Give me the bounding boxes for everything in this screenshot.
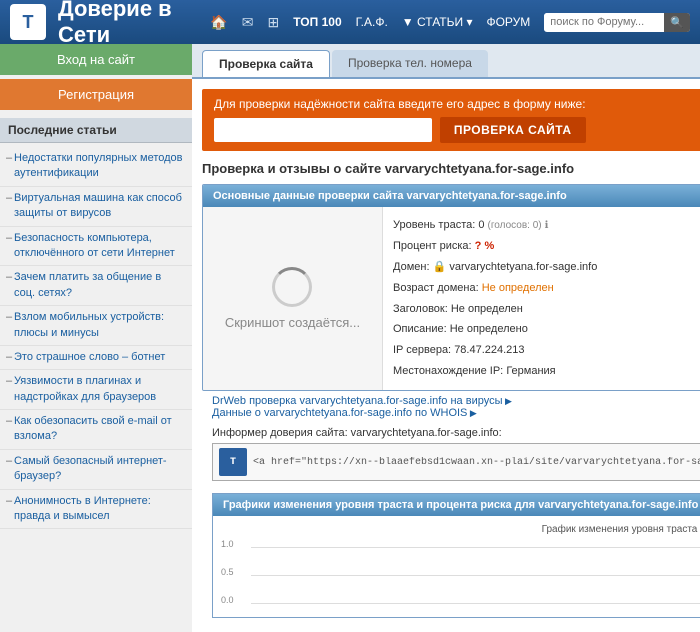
- graph-y-label-mid: 0.5: [221, 567, 234, 577]
- mail-icon[interactable]: ✉: [242, 14, 254, 31]
- domain-age-label: Возраст домена:: [393, 282, 479, 294]
- sidebar-article-item[interactable]: Виртуальная машина как способ защиты от …: [0, 187, 192, 227]
- check-banner: Для проверки надёжности сайта введите ег…: [202, 89, 700, 151]
- review-site-name: varvarychtetyana.for-sage.info: [385, 161, 574, 176]
- informer-code[interactable]: <a href="https://xn--blaaefebsd1cwaan.xn…: [253, 457, 700, 468]
- main-content: Проверка сайта Проверка тел. номера Для …: [192, 44, 700, 632]
- domain-label: Домен:: [393, 261, 430, 273]
- header-search-button[interactable]: 🔍: [664, 13, 690, 32]
- informer-logo: T: [219, 448, 247, 476]
- description-row: Описание: Не определено: [393, 319, 700, 340]
- risk-label: Процент риска:: [393, 240, 472, 252]
- domain-age-row: Возраст домена: Не определен: [393, 278, 700, 299]
- sidebar-articles-title: Последние статьи: [0, 118, 192, 143]
- ip-value: 78.47.224.213: [454, 344, 524, 356]
- sidebar-article-item[interactable]: Безопасность компьютера, отключённого от…: [0, 227, 192, 267]
- graph-y-label-top: 1.0: [221, 539, 234, 549]
- sidebar-article-item[interactable]: Уязвимости в плагинах и надстройках для …: [0, 370, 192, 410]
- layout: Вход на сайт Регистрация Последние стать…: [0, 44, 700, 632]
- review-section: Проверка и отзывы о сайте varvarychtetya…: [192, 161, 700, 632]
- trust-level-label: Уровень траста:: [393, 219, 475, 231]
- tab-check-site[interactable]: Проверка сайта: [202, 50, 330, 77]
- graph-line-bot: [251, 603, 700, 604]
- nav-forum[interactable]: ФОРУМ: [486, 15, 530, 29]
- site-title-value: Не определен: [451, 303, 523, 315]
- loading-spinner: [272, 267, 312, 307]
- risk-percent-row: Процент риска: ? %: [393, 236, 700, 257]
- sidebar-article-item[interactable]: Взлом мобильных устройств: плюсы и минус…: [0, 306, 192, 346]
- check-url-input[interactable]: [214, 118, 432, 142]
- graph-title: График изменения уровня траста для varva…: [221, 524, 700, 535]
- graph-header: Графики изменения уровня траста и процен…: [213, 494, 700, 516]
- sidebar-article-item[interactable]: Зачем платить за общение в соц. сетях?: [0, 266, 192, 306]
- header-search-input[interactable]: [544, 13, 664, 31]
- screenshot-area: Скриншот создаётся...: [203, 207, 383, 390]
- register-button[interactable]: Регистрация: [0, 79, 192, 110]
- data-box-body: Скриншот создаётся... Уровень траста: 0 …: [203, 207, 700, 390]
- trust-value: 0 (голосов: 0): [478, 219, 541, 231]
- nav-faq[interactable]: Г.А.Ф.: [356, 15, 388, 29]
- site-title-row: Заголовок: Не определен: [393, 299, 700, 320]
- logo-icon: Т: [10, 4, 46, 40]
- sidebar-article-item[interactable]: Анонимность в Интернете: правда и вымысе…: [0, 490, 192, 530]
- sidebar: Вход на сайт Регистрация Последние стать…: [0, 44, 192, 632]
- ip-label: IP сервера:: [393, 344, 451, 356]
- site-title-label: Заголовок:: [393, 303, 448, 315]
- data-info: Уровень траста: 0 (голосов: 0) ℹ Процент…: [383, 207, 700, 390]
- graph-line-mid: [251, 575, 700, 576]
- sidebar-article-item[interactable]: Недостатки популярных методов аутентифик…: [0, 147, 192, 187]
- tab-check-phone[interactable]: Проверка тел. номера: [332, 50, 488, 77]
- check-banner-text: Для проверки надёжности сайта введите ег…: [214, 97, 586, 111]
- logo-text: Доверие в Сети: [58, 0, 198, 48]
- header-nav: 🏠 ✉ ⊞ ТОП 100 Г.А.Ф. ▼ СТАТЬИ ФОРУМ 🔍: [210, 13, 690, 32]
- desc-label: Описание:: [393, 323, 447, 335]
- informer-box: T <a href="https://xn--blaaefebsd1cwaan.…: [212, 443, 700, 481]
- data-box: Основные данные проверки сайта varvarych…: [202, 184, 700, 391]
- sidebar-article-item[interactable]: Самый безопасный интернет-браузер?: [0, 450, 192, 490]
- review-title-prefix: Проверка и отзывы о сайте: [202, 161, 385, 176]
- nav-top100[interactable]: ТОП 100: [293, 15, 341, 29]
- domain-row: Домен: 🔒 varvarychtetyana.for-sage.info: [393, 257, 700, 278]
- check-site-button[interactable]: ПРОВЕРКА САЙТА: [440, 117, 586, 143]
- virus-check-link[interactable]: DrWeb проверка varvarychtetyana.for-sage…: [212, 395, 512, 407]
- sidebar-articles-list: Недостатки популярных методов аутентифик…: [0, 143, 192, 533]
- location-row: Местонахождение IP: Германия: [393, 361, 700, 382]
- trust-info-icon[interactable]: ℹ: [545, 220, 549, 231]
- nav-articles[interactable]: ▼ СТАТЬИ: [402, 15, 473, 29]
- graph-canvas: 1.0 0.5 0.0: [221, 539, 700, 609]
- desc-value: Не определено: [450, 323, 528, 335]
- check-input-wrap: ПРОВЕРКА САЙТА: [214, 117, 586, 143]
- location-label: Местонахождение IP:: [393, 365, 503, 377]
- grid-icon[interactable]: ⊞: [268, 14, 280, 31]
- graph-body: График изменения уровня траста для varva…: [213, 516, 700, 617]
- data-box-header: Основные данные проверки сайта varvarych…: [203, 185, 700, 207]
- sidebar-article-item[interactable]: Это страшное слово – ботнет: [0, 346, 192, 370]
- informer-title: Информер доверия сайта: varvarychtetyana…: [212, 427, 700, 439]
- tabs-bar: Проверка сайта Проверка тел. номера: [192, 44, 700, 79]
- header: Т Доверие в Сети 🏠 ✉ ⊞ ТОП 100 Г.А.Ф. ▼ …: [0, 0, 700, 44]
- graph-line-top: [251, 547, 700, 548]
- ip-row: IP сервера: 78.47.224.213: [393, 340, 700, 361]
- informer-section: Информер доверия сайта: varvarychtetyana…: [202, 423, 700, 489]
- sidebar-article-item[interactable]: Как обезопасить свой e-mail от взлома?: [0, 410, 192, 450]
- domain-icon: 🔒: [433, 261, 447, 273]
- links-section: DrWeb проверка varvarychtetyana.for-sage…: [202, 391, 700, 423]
- screenshot-loading-text: Скриншот создаётся...: [225, 315, 360, 330]
- domain-age-value: Не определен: [482, 282, 554, 294]
- graph-y-label-bot: 0.0: [221, 595, 234, 605]
- graph-section: Графики изменения уровня траста и процен…: [212, 493, 700, 618]
- home-icon[interactable]: 🏠: [210, 14, 227, 31]
- header-search-box: 🔍: [544, 13, 690, 32]
- trust-level-row: Уровень траста: 0 (голосов: 0) ℹ: [393, 215, 700, 236]
- review-title: Проверка и отзывы о сайте varvarychtetya…: [202, 161, 700, 176]
- risk-value: ? %: [475, 240, 495, 252]
- domain-value: 🔒 varvarychtetyana.for-sage.info: [433, 261, 598, 273]
- whois-link[interactable]: Данные о varvarychtetyana.for-sage.info …: [212, 407, 477, 419]
- login-button[interactable]: Вход на сайт: [0, 44, 192, 75]
- location-value: Германия: [506, 365, 555, 377]
